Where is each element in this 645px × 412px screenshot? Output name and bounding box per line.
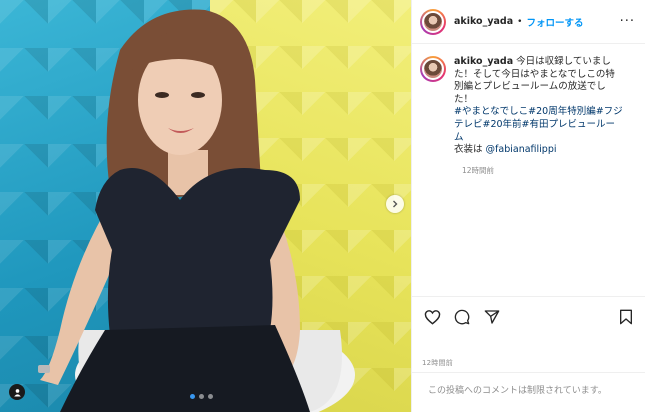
hashtag-link[interactable]: テレビ#20年前#有田プレビュールー: [454, 119, 615, 130]
post-timestamp: 12時間前: [422, 359, 453, 367]
caption-username[interactable]: akiko_yada: [454, 56, 513, 67]
username-link[interactable]: akiko_yada: [454, 16, 513, 27]
post-photo[interactable]: [0, 0, 411, 412]
caption-avatar[interactable]: [420, 56, 446, 82]
caption-section: akiko_yada 今日は収録していまし た！そして今日はやまとなでしこの特 別…: [412, 44, 645, 295]
post-header: akiko_yada • フォローする ···: [412, 0, 645, 44]
caption-timestamp: 12時間前: [462, 165, 495, 175]
carousel-next-button[interactable]: [386, 195, 404, 213]
comments-disabled-notice: この投稿へのコメントは制限されています。: [412, 372, 645, 412]
carousel-dot: [199, 394, 204, 399]
action-bar: 12時間前: [412, 296, 645, 367]
follow-button[interactable]: フォローする: [526, 15, 583, 29]
avatar[interactable]: [420, 8, 446, 35]
carousel-dot: [208, 394, 213, 399]
carousel-dot-active: [190, 394, 195, 399]
hashtag-link[interactable]: ム: [454, 132, 464, 143]
caption-line: た！: [454, 93, 474, 105]
post-side-panel: akiko_yada • フォローする ··· akiko_yada 今日は収録し…: [411, 0, 645, 412]
caption-line: た！そして今日はやまとなでしこの特: [454, 68, 615, 80]
person-illustration: [38, 9, 355, 412]
carousel-indicator: [190, 394, 213, 399]
costume-label: 衣装は: [454, 144, 486, 156]
caption-text: akiko_yada 今日は収録していまし た！そして今日はやまとなでしこの特 別…: [454, 56, 623, 157]
tagged-users-button[interactable]: [9, 384, 25, 400]
user-tag-icon: [13, 388, 21, 397]
heart-icon: [424, 310, 440, 325]
comment-button[interactable]: [452, 307, 472, 327]
header-separator: •: [517, 16, 523, 27]
comment-icon: [454, 309, 470, 325]
like-button[interactable]: [422, 307, 442, 327]
chevron-right-icon: [393, 200, 398, 208]
caption-line: 別編とプレビュールームの放送でし: [454, 81, 606, 93]
more-options-icon[interactable]: ···: [620, 14, 635, 29]
share-button[interactable]: [482, 307, 502, 327]
caption-line: 今日は収録していまし: [516, 56, 611, 67]
bookmark-icon: [620, 309, 632, 325]
mention-link[interactable]: @fabianafilippi: [486, 144, 557, 155]
save-button[interactable]: [616, 307, 636, 327]
hashtag-link[interactable]: #やまとなでしこ#20周年特別編#フジ: [454, 106, 623, 117]
paper-plane-icon: [484, 310, 500, 324]
